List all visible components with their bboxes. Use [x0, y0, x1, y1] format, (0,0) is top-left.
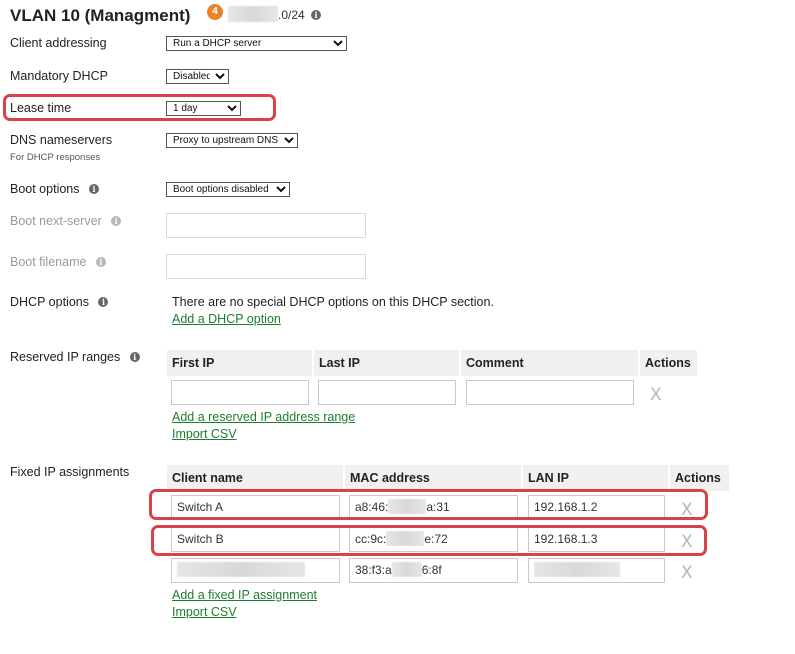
client-name-input[interactable]: Switch B — [171, 527, 340, 552]
mac-address-input[interactable]: cc:9c: e:72 — [349, 527, 518, 552]
remove-assignment-button[interactable]: X — [681, 563, 693, 583]
add-fixed-assignment-link[interactable]: Add a fixed IP assignment — [172, 588, 317, 602]
boot-filename-input[interactable] — [166, 254, 366, 279]
column-header-actions: Actions — [670, 465, 729, 491]
mac-address-start: a8:46: — [355, 500, 389, 514]
comment-input[interactable] — [466, 380, 634, 405]
last-ip-input[interactable] — [318, 380, 456, 405]
mac-address-end: a:31 — [426, 500, 450, 514]
redacted-mac — [388, 499, 427, 514]
client-name-input[interactable]: Switch A — [171, 495, 340, 520]
reserved-ip-ranges-label: Reserved IP ranges i — [10, 350, 140, 364]
lan-ip-input[interactable] — [528, 558, 665, 583]
reserved-ip-ranges-label-text: Reserved IP ranges — [10, 350, 121, 364]
dhcp-options-empty-text: There are no special DHCP options on thi… — [172, 295, 494, 309]
client-addressing-label: Client addressing — [10, 36, 107, 50]
redacted-lan-ip — [534, 562, 620, 577]
column-header-lan-ip: LAN IP — [523, 465, 668, 491]
dns-nameservers-sublabel: For DHCP responses — [10, 152, 101, 163]
mandatory-dhcp-select[interactable]: Disabled — [166, 69, 229, 84]
boot-next-server-label: Boot next-server i — [10, 214, 122, 228]
redacted-mac — [391, 562, 422, 577]
mac-address-start: 38:f3:a — [355, 563, 392, 577]
import-csv-link[interactable]: Import CSV — [172, 427, 237, 441]
first-ip-input[interactable] — [171, 380, 309, 405]
column-header-first-ip: First IP — [167, 350, 312, 376]
column-header-actions: Actions — [640, 350, 697, 376]
info-icon[interactable]: i — [111, 216, 122, 226]
import-csv-link[interactable]: Import CSV — [172, 605, 237, 619]
dns-nameservers-select[interactable]: Proxy to upstream DNS — [166, 133, 298, 148]
column-header-client-name: Client name — [167, 465, 343, 491]
column-header-mac-address: MAC address — [345, 465, 521, 491]
lease-time-label: Lease time — [10, 101, 72, 115]
remove-range-button[interactable]: X — [650, 385, 662, 405]
dhcp-options-label: DHCP options i — [10, 295, 109, 309]
boot-next-server-label-text: Boot next-server — [10, 214, 102, 228]
notification-badge: 4 — [207, 4, 223, 20]
remove-assignment-button[interactable]: X — [681, 500, 693, 520]
info-icon[interactable]: i — [98, 297, 109, 307]
lan-ip-input[interactable]: 192.168.1.2 — [528, 495, 665, 520]
fixed-ip-assignments-label: Fixed IP assignments — [10, 465, 130, 479]
info-icon[interactable]: i — [88, 184, 99, 194]
mac-address-end: e:72 — [424, 532, 448, 546]
subnet-suffix: .0/24 — [278, 8, 305, 22]
boot-filename-label: Boot filename i — [10, 255, 106, 269]
boot-options-label-text: Boot options — [10, 182, 80, 196]
add-dhcp-option-link[interactable]: Add a DHCP option — [172, 312, 281, 326]
dns-nameservers-label: DNS nameservers — [10, 133, 113, 147]
redacted-mac — [386, 531, 425, 546]
add-reserved-range-link[interactable]: Add a reserved IP address range — [172, 410, 355, 424]
lan-ip-input[interactable]: 192.168.1.3 — [528, 527, 665, 552]
boot-options-select[interactable]: Boot options disabled — [166, 182, 290, 197]
boot-filename-label-text: Boot filename — [10, 255, 87, 269]
fixed-assignments-table-header: Client name MAC address LAN IP Actions — [167, 465, 729, 491]
info-icon[interactable]: i — [311, 10, 322, 20]
lease-time-select[interactable]: 1 day — [166, 101, 241, 116]
client-addressing-select[interactable]: Run a DHCP server — [166, 36, 347, 51]
page-title: VLAN 10 (Managment) — [10, 6, 191, 25]
mac-address-start: cc:9c: — [355, 532, 387, 546]
dhcp-options-label-text: DHCP options — [10, 295, 89, 309]
mac-address-input[interactable]: a8:46: a:31 — [349, 495, 518, 520]
info-icon[interactable]: i — [129, 352, 140, 362]
boot-options-label: Boot options i — [10, 182, 99, 196]
subnet-label: .0/24 i — [278, 8, 322, 22]
info-icon[interactable]: i — [95, 257, 106, 267]
reserved-ranges-table-header: First IP Last IP Comment Actions — [167, 350, 697, 376]
client-name-input[interactable] — [171, 558, 340, 583]
redacted-subnet — [228, 6, 278, 22]
redacted-client-name — [177, 562, 305, 577]
mac-address-end: 6:8f — [421, 563, 442, 577]
mandatory-dhcp-label: Mandatory DHCP — [10, 69, 108, 83]
remove-assignment-button[interactable]: X — [681, 532, 693, 552]
column-header-last-ip: Last IP — [314, 350, 459, 376]
boot-next-server-input[interactable] — [166, 213, 366, 238]
mac-address-input[interactable]: 38:f3:a 6:8f — [349, 558, 518, 583]
column-header-comment: Comment — [461, 350, 638, 376]
